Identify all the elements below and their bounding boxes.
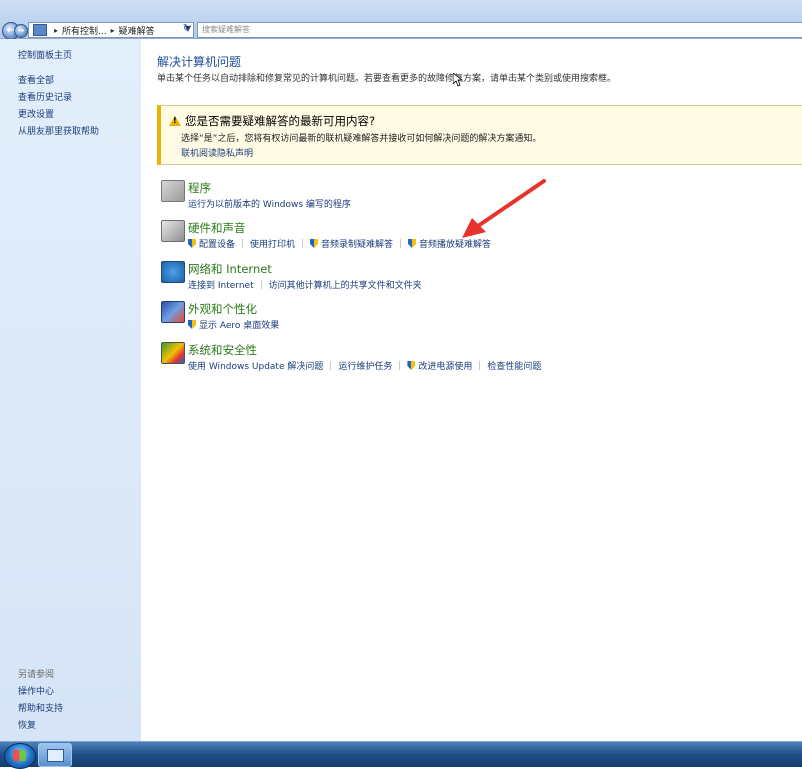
address-bar: ← → ▸ 所有控制... ▸ 疑难解答 ▼ ↻ 搜索疑难解答	[0, 0, 802, 40]
link-performance[interactable]: 检查性能问题	[487, 359, 541, 372]
sidebar-link-change-settings[interactable]: 更改设置	[18, 107, 54, 120]
taskbar-control-panel-button[interactable]	[38, 743, 72, 767]
start-button[interactable]	[4, 743, 36, 769]
search-input[interactable]: 搜索疑难解答	[197, 22, 802, 38]
sidebar-link-action-center[interactable]: 操作中心	[18, 684, 54, 697]
sidebar-link-recovery[interactable]: 恢复	[18, 718, 36, 731]
forward-arrow-icon[interactable]: →	[14, 24, 28, 38]
taskbar	[0, 741, 802, 769]
sidebar-link-help-support[interactable]: 帮助和支持	[18, 701, 63, 714]
uac-shield-icon	[408, 239, 417, 248]
category-title-system-security[interactable]: 系统和安全性	[188, 342, 257, 358]
link-label: 连接到 Internet	[188, 281, 254, 291]
link-audio-playback[interactable]: 音频播放疑难解答	[408, 237, 491, 250]
warning-mark: !	[173, 116, 177, 125]
link-label: 配置设备	[199, 240, 236, 250]
uac-shield-icon	[407, 361, 416, 370]
banner-description: 选择“是”之后，您将有权访问最新的联机疑难解答并接收可如何解决问题的解决方案通知…	[181, 134, 542, 144]
link-label: 检查性能问题	[487, 362, 542, 372]
intro-text: 单击某个任务以自动排除和修复常见的计算机问题。若要查看更多的故障修复方案，请单击…	[157, 74, 617, 84]
category-system-security: 系统和安全性 使用 Windows Update 解决问题 运行维护任务 改进电…	[161, 342, 781, 378]
link-divider	[302, 239, 304, 248]
link-configure-device[interactable]: 配置设备	[188, 237, 235, 250]
link-label: 运行维护任务	[338, 362, 393, 372]
programs-icon[interactable]	[161, 180, 185, 202]
link-label: 显示 Aero 桌面效果	[199, 321, 280, 331]
sidebar-link-get-help-friend[interactable]: 从朋友那里获取帮助	[18, 124, 99, 137]
link-label: 访问其他计算机上的共享文件和文件夹	[268, 281, 422, 291]
link-shared-folders[interactable]: 访问其他计算机上的共享文件和文件夹	[269, 278, 422, 291]
link-divider	[479, 361, 481, 370]
breadcrumb-separator-icon[interactable]: ▸	[111, 26, 115, 35]
link-audio-recording[interactable]: 音频录制疑难解答	[310, 237, 393, 250]
category-network-internet: 网络和 Internet 连接到 Internet 访问其他计算机上的共享文件和…	[161, 261, 781, 297]
category-programs: 程序 运行为以前版本的 Windows 编写的程序	[161, 180, 781, 216]
link-divider	[399, 361, 401, 370]
link-divider	[330, 361, 332, 370]
appearance-icon[interactable]	[161, 301, 185, 323]
link-divider	[242, 239, 244, 248]
windows-logo-icon	[13, 750, 26, 761]
hardware-sound-icon[interactable]	[161, 220, 185, 242]
link-label: 使用打印机	[250, 240, 296, 250]
breadcrumb-current[interactable]: 疑难解答	[119, 24, 155, 37]
category-title-programs[interactable]: 程序	[188, 180, 211, 196]
refresh-icon[interactable]: ↻	[180, 22, 194, 36]
network-icon[interactable]	[161, 261, 185, 283]
mouse-cursor-icon	[453, 73, 463, 87]
link-maintenance[interactable]: 运行维护任务	[338, 359, 392, 372]
link-divider	[400, 239, 402, 248]
category-title-hardware-sound[interactable]: 硬件和声音	[188, 220, 246, 236]
sidebar-link-view-all[interactable]: 查看全部	[18, 73, 54, 86]
link-divider	[260, 280, 262, 289]
link-label: 音频播放疑难解答	[419, 240, 492, 250]
breadcrumb-separator-icon[interactable]: ▸	[54, 26, 58, 35]
link-label: 使用 Windows Update 解决问题	[188, 362, 324, 372]
category-title-network[interactable]: 网络和 Internet	[188, 261, 272, 277]
uac-shield-icon	[188, 239, 196, 248]
category-hardware-sound: 硬件和声音 配置设备 使用打印机 音频录制疑难解答 音频播放疑难解答	[161, 220, 781, 256]
uac-shield-icon	[188, 320, 196, 329]
page-title: 解决计算机问题	[157, 55, 242, 69]
see-also-title: 另请参阅	[18, 670, 55, 680]
sidebar-link-control-panel-home[interactable]: 控制面板主页	[18, 48, 72, 61]
link-label: 改进电源使用	[418, 362, 473, 372]
system-security-icon[interactable]	[161, 342, 185, 364]
window-icon	[47, 749, 64, 762]
breadcrumb-root[interactable]: 所有控制...	[62, 24, 107, 37]
link-use-printer[interactable]: 使用打印机	[250, 237, 295, 250]
category-title-appearance[interactable]: 外观和个性化	[188, 301, 257, 317]
sidebar: 控制面板主页 查看全部 查看历史记录 更改设置 从朋友那里获取帮助 另请参阅 操…	[0, 39, 141, 741]
category-appearance: 外观和个性化 显示 Aero 桌面效果	[161, 301, 781, 337]
breadcrumb[interactable]: ▸ 所有控制... ▸ 疑难解答 ▼	[28, 22, 194, 38]
control-panel-icon	[33, 24, 47, 36]
link-windows-update[interactable]: 使用 Windows Update 解决问题	[188, 359, 323, 372]
uac-shield-icon	[310, 239, 319, 248]
sidebar-link-view-history[interactable]: 查看历史记录	[18, 90, 72, 103]
link-run-older-programs[interactable]: 运行为以前版本的 Windows 编写的程序	[188, 197, 351, 210]
link-label: 运行为以前版本的 Windows 编写的程序	[188, 200, 351, 210]
main-content: 解决计算机问题 单击某个任务以自动排除和修复常见的计算机问题。若要查看更多的故障…	[141, 39, 802, 741]
link-label: 音频录制疑难解答	[321, 240, 394, 250]
link-aero-effects[interactable]: 显示 Aero 桌面效果	[188, 318, 279, 331]
link-connect-internet[interactable]: 连接到 Internet	[188, 278, 254, 291]
banner-title[interactable]: 您是否需要疑难解答的最新可用内容?	[185, 113, 375, 129]
info-banner[interactable]: ! 您是否需要疑难解答的最新可用内容? 选择“是”之后，您将有权访问最新的联机疑…	[157, 105, 802, 165]
privacy-statement-link[interactable]: 联机阅读隐私声明	[181, 146, 253, 159]
link-power-usage[interactable]: 改进电源使用	[407, 359, 472, 372]
